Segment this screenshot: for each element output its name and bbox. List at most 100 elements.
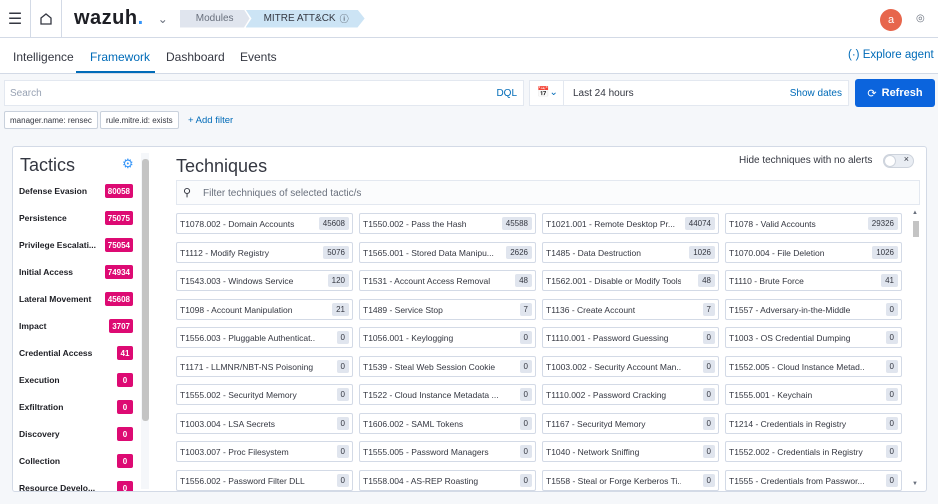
- technique-cell[interactable]: T1070.004 - File Deletion 1026: [725, 241, 902, 263]
- technique-cell[interactable]: T1078 - Valid Accounts 29326: [725, 213, 902, 234]
- technique-cell[interactable]: T1098 - Account Manipulation 21: [176, 298, 353, 320]
- tactics-scroll-thumb[interactable]: [142, 159, 149, 421]
- tactic-item[interactable]: Persistence 75075: [19, 208, 137, 228]
- technique-cell[interactable]: T1136 - Create Account 7: [542, 298, 719, 320]
- tactic-item[interactable]: Collection 0: [19, 451, 137, 471]
- technique-search-input[interactable]: ⚲ Filter techniques of selected tactic/s: [176, 180, 920, 205]
- breadcrumb-modules-label: Modules: [195, 13, 234, 24]
- technique-label: T1552.002 - Credentials in Registry: [729, 447, 863, 457]
- technique-label: T1552.005 - Cloud Instance Metad...: [729, 361, 864, 372]
- technique-cell[interactable]: T1489 - Service Stop 7: [359, 298, 536, 320]
- breadcrumb-modules[interactable]: Modules: [179, 9, 250, 28]
- tab-dashboard[interactable]: Dashboard: [166, 50, 225, 64]
- technique-cell[interactable]: T1003.002 - Security Account Man... 0: [542, 355, 719, 377]
- techniques-scrollbar[interactable]: [911, 217, 921, 489]
- techniques-title: Techniques: [176, 156, 268, 176]
- tactic-item[interactable]: Initial Access 74934: [19, 262, 137, 282]
- home-button[interactable]: [30, 0, 62, 38]
- technique-cell[interactable]: T1003.004 - LSA Secrets 0: [176, 412, 353, 434]
- tab-intelligence[interactable]: Intelligence: [13, 50, 74, 64]
- help-icon[interactable]: ◎: [916, 13, 925, 24]
- chevron-down-icon[interactable]: ⌄: [158, 12, 168, 26]
- tactic-count-badge: 0: [117, 373, 133, 387]
- wazuh-logo[interactable]: wazuh.: [74, 7, 144, 30]
- tactic-item[interactable]: Defense Evasion 80058: [19, 181, 137, 201]
- technique-cell[interactable]: T1167 - Securityd Memory 0: [542, 412, 719, 434]
- tab-bar: Intelligence Framework Dashboard Events …: [0, 38, 938, 74]
- technique-cell[interactable]: T1555.005 - Password Managers 0: [359, 441, 536, 462]
- tactic-item[interactable]: Credential Access 41: [19, 343, 137, 363]
- technique-cell[interactable]: T1562.001 - Disable or Modify Tools 48: [542, 270, 719, 291]
- scroll-down-icon[interactable]: ▼: [912, 481, 918, 487]
- technique-cell[interactable]: T1550.002 - Pass the Hash 45588: [359, 213, 536, 234]
- technique-cell[interactable]: T1056.001 - Keylogging 0: [359, 327, 536, 348]
- technique-cell[interactable]: T1558 - Steal or Forge Kerberos Ti... 0: [542, 469, 719, 491]
- technique-cell[interactable]: T1531 - Account Access Removal 48: [359, 270, 536, 291]
- technique-cell[interactable]: T1171 - LLMNR/NBT-NS Poisoning ... 0: [176, 355, 353, 377]
- tactic-item[interactable]: Privilege Escalati... 75054: [19, 235, 137, 255]
- technique-cell[interactable]: T1040 - Network Sniffing 0: [542, 441, 719, 462]
- info-icon[interactable]: ⓘ: [340, 12, 349, 25]
- technique-cell[interactable]: T1110.002 - Password Cracking 0: [542, 384, 719, 405]
- tactic-item[interactable]: Impact 3707: [19, 316, 137, 336]
- technique-cell[interactable]: T1112 - Modify Registry 5076: [176, 241, 353, 263]
- gear-icon[interactable]: ⚙: [122, 156, 134, 172]
- menu-icon[interactable]: ☰: [0, 0, 30, 38]
- technique-cell[interactable]: T1556.003 - Pluggable Authenticat... 0: [176, 327, 353, 348]
- hide-techniques-toggle[interactable]: ×: [883, 154, 914, 168]
- technique-label: T1040 - Network Sniffing: [546, 447, 640, 457]
- technique-cell[interactable]: T1558.004 - AS-REP Roasting 0: [359, 469, 536, 491]
- tactic-count-badge: 0: [117, 400, 133, 414]
- avatar[interactable]: a: [880, 9, 902, 31]
- technique-cell[interactable]: T1552.005 - Cloud Instance Metad... 0: [725, 355, 902, 377]
- tactic-count-badge: 75075: [104, 211, 133, 225]
- logo-dot: .: [137, 7, 144, 29]
- tactic-name: Exfiltration: [19, 402, 64, 412]
- search-input[interactable]: Search DQL: [4, 80, 524, 106]
- technique-cell[interactable]: T1565.001 - Stored Data Manipu... 2626: [359, 241, 536, 263]
- technique-cell[interactable]: T1555 - Credentials from Passwor... 0: [725, 469, 902, 491]
- scroll-up-icon[interactable]: ▲: [912, 210, 918, 216]
- technique-cell[interactable]: T1555.002 - Securityd Memory 0: [176, 384, 353, 405]
- technique-cell[interactable]: T1021.001 - Remote Desktop Pr... 44074: [542, 213, 719, 234]
- technique-cell[interactable]: T1078.002 - Domain Accounts 45608: [176, 213, 353, 234]
- tactic-item[interactable]: Resource Develo... 0: [19, 478, 137, 492]
- technique-label: T1555.005 - Password Managers: [363, 447, 489, 457]
- tab-events[interactable]: Events: [240, 50, 277, 64]
- tactic-item[interactable]: Execution 0: [19, 370, 137, 390]
- dql-toggle[interactable]: DQL: [496, 88, 517, 99]
- technique-cell[interactable]: T1555.001 - Keychain 0: [725, 384, 902, 405]
- explore-agent-button[interactable]: (·) Explore agent: [848, 49, 934, 61]
- technique-cell[interactable]: T1522 - Cloud Instance Metadata ... 0: [359, 384, 536, 405]
- technique-cell[interactable]: T1556.002 - Password Filter DLL 0: [176, 469, 353, 491]
- technique-cell[interactable]: T1003.007 - Proc Filesystem 0: [176, 441, 353, 462]
- technique-cell[interactable]: T1552.002 - Credentials in Registry 0: [725, 441, 902, 462]
- hide-techniques-label: Hide techniques with no alerts: [739, 155, 873, 166]
- technique-cell[interactable]: T1214 - Credentials in Registry 0: [725, 412, 902, 434]
- add-filter-button[interactable]: + Add filter: [188, 115, 233, 126]
- technique-cell[interactable]: T1110.001 - Password Guessing 0: [542, 327, 719, 348]
- date-picker[interactable]: 📅⌄ Last 24 hours Show dates: [529, 80, 849, 106]
- technique-cell[interactable]: T1543.003 - Windows Service 120: [176, 270, 353, 291]
- tab-framework[interactable]: Framework: [90, 50, 150, 64]
- refresh-button[interactable]: ⟳ Refresh: [855, 79, 935, 107]
- breadcrumb-mitre[interactable]: MITRE ATT&CK ⓘ: [245, 9, 365, 28]
- techniques-scroll-thumb[interactable]: [913, 221, 919, 237]
- tactic-item[interactable]: Discovery 0: [19, 424, 137, 444]
- technique-cell[interactable]: T1003 - OS Credential Dumping 0: [725, 327, 902, 348]
- filter-pill-mitre[interactable]: rule.mitre.id: exists: [100, 111, 179, 129]
- tactic-name: Lateral Movement: [19, 294, 92, 304]
- time-range-value[interactable]: Last 24 hours: [573, 88, 634, 99]
- technique-cell[interactable]: T1110 - Brute Force 41: [725, 270, 902, 291]
- calendar-icon[interactable]: 📅⌄: [537, 87, 558, 98]
- technique-cell[interactable]: T1557 - Adversary-in-the-Middle 0: [725, 298, 902, 320]
- tactic-item[interactable]: Lateral Movement 45608: [19, 289, 137, 309]
- technique-cell[interactable]: T1485 - Data Destruction 1026: [542, 241, 719, 263]
- filter-pill-manager[interactable]: manager.name: rensec: [4, 111, 98, 129]
- technique-cell[interactable]: T1539 - Steal Web Session Cookie 0: [359, 355, 536, 377]
- tactic-item[interactable]: Exfiltration 0: [19, 397, 137, 417]
- technique-cell[interactable]: T1606.002 - SAML Tokens 0: [359, 412, 536, 434]
- technique-label: T1214 - Credentials in Registry: [729, 418, 847, 429]
- show-dates-link[interactable]: Show dates: [790, 88, 842, 99]
- tactic-name: Resource Develo...: [19, 483, 96, 492]
